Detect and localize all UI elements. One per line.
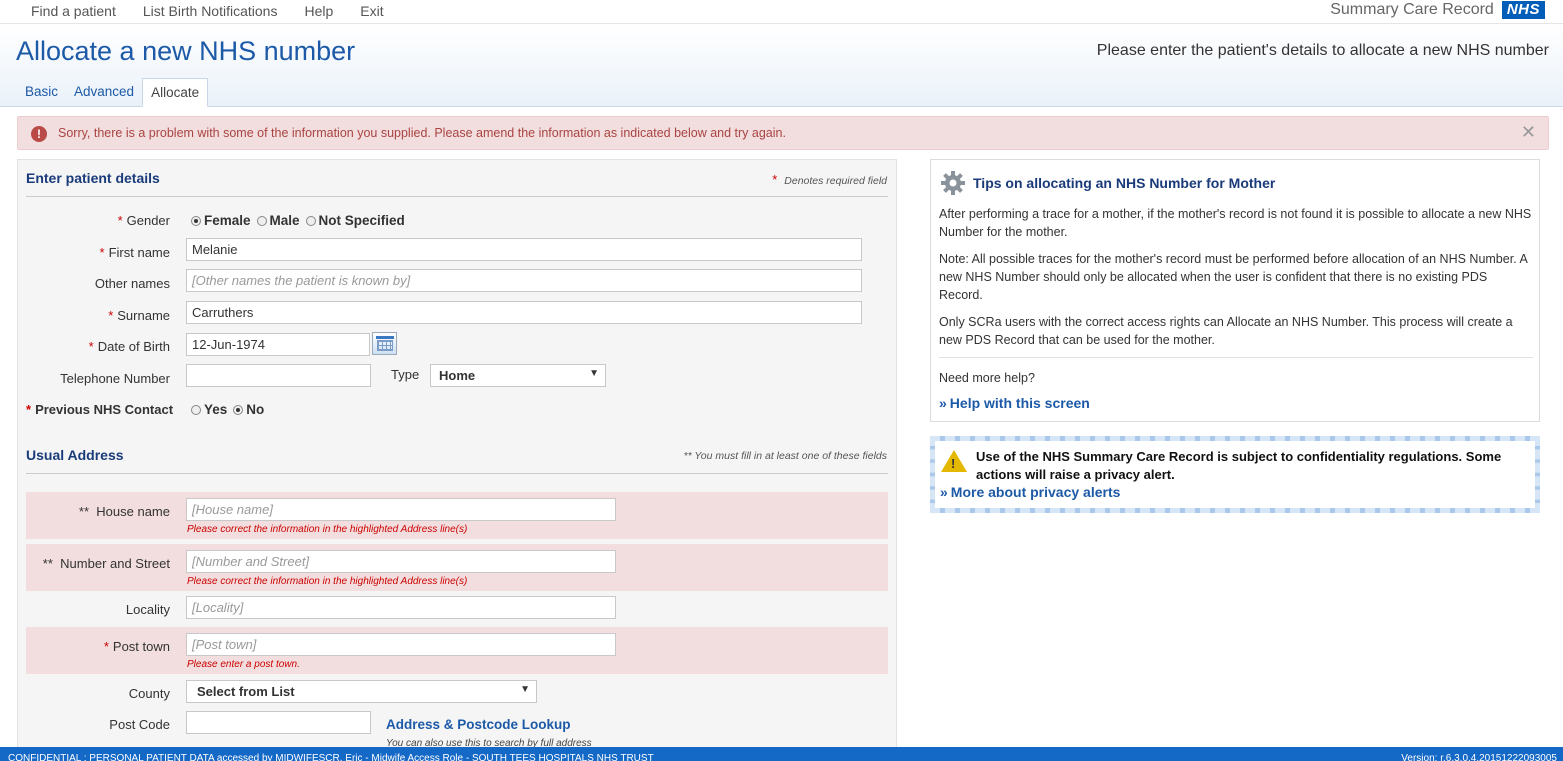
previous-contact-yes-radio[interactable] bbox=[191, 404, 201, 415]
usual-address-title: Usual Address bbox=[26, 447, 124, 463]
nhs-logo: NHS bbox=[1501, 1, 1545, 19]
telephone-input[interactable] bbox=[186, 364, 371, 387]
double-chevron-icon: » bbox=[939, 395, 947, 411]
county-label: County bbox=[128, 686, 170, 701]
house-name-input[interactable]: [House name] bbox=[186, 498, 616, 521]
top-nav: Find a patient List Birth Notifications … bbox=[0, 0, 1563, 24]
patient-details-title: Enter patient details bbox=[26, 170, 160, 186]
tab-basic[interactable]: Basic bbox=[17, 78, 66, 107]
gender-male-option[interactable]: Male bbox=[256, 213, 300, 228]
dropdown-arrow-icon: ▼ bbox=[520, 684, 530, 695]
tips-paragraph: Note: All possible traces for the mother… bbox=[939, 252, 1528, 302]
dob-label: * Date of Birth bbox=[88, 339, 170, 354]
first-name-input[interactable]: Melanie bbox=[186, 238, 862, 261]
previous-contact-no-radio[interactable] bbox=[233, 404, 244, 415]
post-code-label: Post Code bbox=[109, 717, 170, 732]
tips-title: Tips on allocating an NHS Number for Mot… bbox=[973, 175, 1276, 191]
page-subtitle: Please enter the patient's details to al… bbox=[1096, 42, 1549, 59]
telephone-label: Telephone Number bbox=[60, 371, 170, 386]
privacy-text: Use of the NHS Summary Care Record is su… bbox=[976, 449, 1502, 482]
tips-divider bbox=[939, 357, 1533, 358]
previous-contact-no-option[interactable]: No bbox=[233, 402, 264, 417]
page-title: Allocate a new NHS number bbox=[16, 36, 356, 66]
number-street-label: ** Number and Street bbox=[42, 556, 170, 571]
error-banner: ! Sorry, there is a problem with some of… bbox=[17, 116, 1549, 150]
telephone-type-select[interactable]: Home ▼ bbox=[430, 364, 606, 387]
post-town-error: Please enter a post town. bbox=[187, 659, 300, 670]
previous-contact-label: * Previous NHS Contact bbox=[26, 402, 174, 417]
top-nav-links: Find a patient List Birth Notifications … bbox=[31, 3, 411, 19]
close-icon[interactable]: ✕ bbox=[1521, 122, 1536, 143]
required-note: * Denotes required field bbox=[772, 172, 887, 187]
privacy-notice: ! Use of the NHS Summary Care Record is … bbox=[930, 436, 1540, 513]
surname-label: * Surname bbox=[108, 308, 170, 323]
locality-label: Locality bbox=[125, 602, 170, 617]
previous-contact-radio-group: Yes No bbox=[191, 402, 270, 417]
address-divider bbox=[26, 473, 888, 474]
telephone-type-label: Type bbox=[391, 367, 420, 382]
tips-panel: Tips on allocating an NHS Number for Mot… bbox=[930, 159, 1540, 422]
gender-not-specified-radio[interactable] bbox=[305, 215, 316, 226]
dob-input[interactable]: 12-Jun-1974 bbox=[186, 333, 370, 356]
address-note: ** You must fill in at least one of thes… bbox=[683, 450, 887, 462]
patient-form: Enter patient details * Denotes required… bbox=[17, 159, 897, 761]
calendar-icon[interactable] bbox=[372, 332, 397, 355]
first-name-label: * First name bbox=[99, 245, 170, 260]
error-message: Sorry, there is a problem with some of t… bbox=[58, 126, 786, 140]
gear-icon bbox=[941, 171, 965, 195]
house-name-error: Please correct the information in the hi… bbox=[187, 524, 468, 535]
need-help-text: Need more help? bbox=[939, 371, 1035, 385]
tips-paragraph: After performing a trace for a mother, i… bbox=[939, 207, 1532, 239]
nav-help[interactable]: Help bbox=[304, 3, 333, 19]
post-town-label: * Post town bbox=[103, 639, 170, 654]
nav-exit[interactable]: Exit bbox=[360, 3, 383, 19]
county-select[interactable]: Select from List ▼ bbox=[186, 680, 537, 703]
tab-advanced[interactable]: Advanced bbox=[66, 78, 142, 107]
nav-find-patient[interactable]: Find a patient bbox=[31, 3, 116, 19]
footer-confidential: CONFIDENTIAL : PERSONAL PATIENT DATA acc… bbox=[8, 753, 654, 761]
gender-label: * Gender bbox=[117, 213, 170, 228]
postcode-lookup-link[interactable]: Address & Postcode Lookup bbox=[386, 717, 571, 732]
number-street-input[interactable]: [Number and Street] bbox=[186, 550, 616, 573]
surname-input[interactable]: Carruthers bbox=[186, 301, 862, 324]
tab-allocate[interactable]: Allocate bbox=[142, 78, 209, 107]
other-names-input[interactable]: [Other names the patient is known by] bbox=[186, 269, 862, 292]
gender-not-specified-option[interactable]: Not Specified bbox=[305, 213, 405, 228]
gender-female-option[interactable]: Female bbox=[191, 213, 251, 228]
brand-text: Summary Care Record bbox=[1330, 1, 1494, 18]
dropdown-arrow-icon: ▼ bbox=[589, 368, 599, 379]
footer-version: Version: r.6.3.0.4.20151222093005 bbox=[1401, 753, 1557, 761]
previous-contact-yes-option[interactable]: Yes bbox=[191, 402, 227, 417]
gender-male-radio[interactable] bbox=[256, 215, 267, 226]
page-header: Allocate a new NHS number Please enter t… bbox=[0, 24, 1563, 107]
double-chevron-icon: » bbox=[940, 484, 948, 500]
post-town-input[interactable]: [Post town] bbox=[186, 633, 616, 656]
privacy-alerts-link[interactable]: » More about privacy alerts bbox=[940, 484, 1120, 500]
other-names-label: Other names bbox=[94, 276, 170, 291]
tips-paragraph: Only SCRa users with the correct access … bbox=[939, 315, 1513, 347]
nav-list-birth-notifications[interactable]: List Birth Notifications bbox=[143, 3, 278, 19]
footer-bar: CONFIDENTIAL : PERSONAL PATIENT DATA acc… bbox=[0, 747, 1563, 761]
brand: Summary Care Record NHS bbox=[1330, 1, 1545, 19]
post-code-input[interactable] bbox=[186, 711, 371, 734]
help-link[interactable]: » Help with this screen bbox=[939, 395, 1090, 411]
section-divider bbox=[26, 196, 888, 197]
locality-input[interactable]: [Locality] bbox=[186, 596, 616, 619]
warning-icon: ! bbox=[941, 450, 967, 472]
exclamation-icon: ! bbox=[31, 126, 47, 142]
house-name-label: ** House name bbox=[78, 504, 170, 519]
gender-radio-group: Female Male Not Specified bbox=[191, 213, 411, 228]
number-street-error: Please correct the information in the hi… bbox=[187, 576, 468, 587]
tab-bar: Basic Advanced Allocate bbox=[17, 78, 209, 107]
gender-female-radio[interactable] bbox=[191, 215, 201, 226]
